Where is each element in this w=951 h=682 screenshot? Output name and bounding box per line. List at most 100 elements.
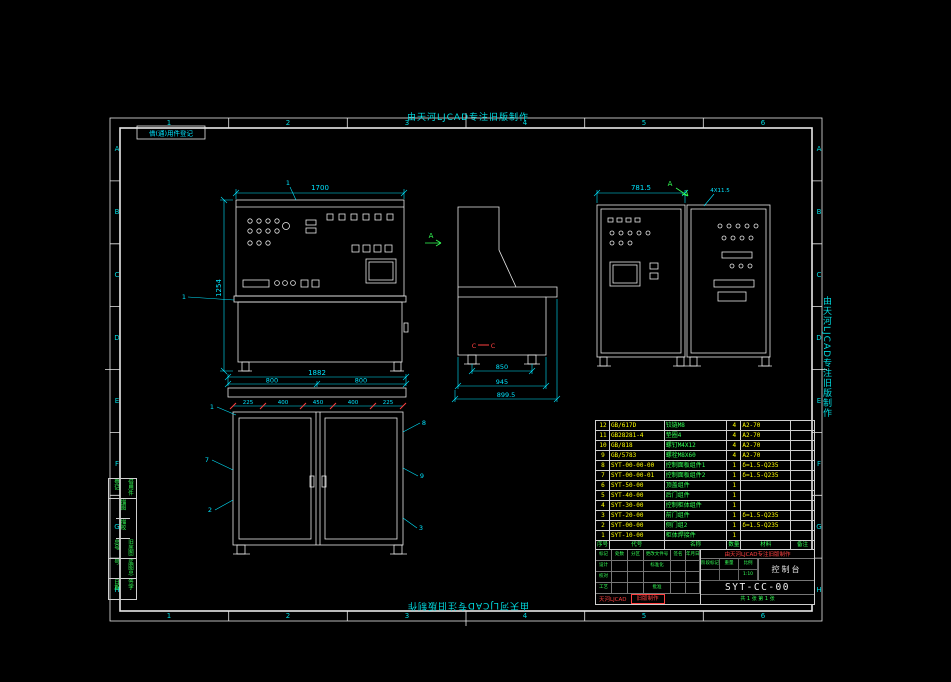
parts-cell-qty: 1 xyxy=(727,521,741,531)
zone-col-label: 4 xyxy=(519,611,531,621)
titleblock-cell: 标准化 xyxy=(644,561,671,571)
parts-cell-material: δ=1.5-Q235 xyxy=(741,461,791,471)
parts-cell-material xyxy=(741,501,791,511)
parts-cell-code: SYT-00-00-00 xyxy=(610,461,665,471)
parts-table-row: 10GB/818螺钉M4X124A2-70 xyxy=(596,441,815,451)
parts-cell-name: 柜体焊接件 xyxy=(665,531,728,541)
parts-cell-qty: 1 xyxy=(727,501,741,511)
parts-cell-name: 螺栓M8X60 xyxy=(665,451,728,461)
parts-cell-no: 7 xyxy=(596,471,610,481)
parts-cell-code: SYT-30-00 xyxy=(610,501,665,511)
dim-cabinet-right: 800 xyxy=(355,377,367,385)
zone-col-label: 1 xyxy=(163,611,175,621)
balloon-9: 9 xyxy=(420,472,424,480)
parts-cell-name: 控制面板组件1 xyxy=(665,461,728,471)
parts-cell-code: SYT-20-00 xyxy=(610,511,665,521)
parts-cell-qty: 4 xyxy=(727,421,741,431)
titleblock-row: 校对 xyxy=(596,572,700,583)
parts-cell-qty: 1 xyxy=(727,491,741,501)
titleblock-cell xyxy=(686,572,700,582)
titleblock-left-grid: 标记处数分区更改文件号签名年月日设计标准化校对工艺批准 xyxy=(596,550,700,594)
parts-cell-no: 9 xyxy=(596,451,610,461)
parts-cell-qty: 1 xyxy=(727,511,741,521)
parts-cell-code: SYT-00-00-01 xyxy=(610,471,665,481)
left-strip-cell: 借用件登记 xyxy=(109,479,137,499)
titleblock-cell xyxy=(671,583,686,593)
dim-seg-3: 400 xyxy=(348,400,359,406)
parts-cell-remark xyxy=(791,501,815,511)
zone-col-label: 2 xyxy=(282,118,294,128)
zone-row-label: E xyxy=(111,396,123,406)
zone-row-label: E xyxy=(813,396,825,406)
drawing-number: SYT-CC-00 xyxy=(701,581,814,595)
parts-cell-name: 铰链M8 xyxy=(665,421,728,431)
parts-cell-name: 前门组件 xyxy=(665,511,728,521)
titleblock-cell xyxy=(612,583,628,593)
parts-cell-material: δ=1.5-Q235 xyxy=(741,511,791,521)
parts-cell-no: 2 xyxy=(596,521,610,531)
title-block: 标记处数分区更改文件号签名年月日设计标准化校对工艺批准 天河LJCAD 旧版制作… xyxy=(595,549,815,605)
dim-front-height: 1254 xyxy=(215,279,223,297)
balloon-front-top: 1 xyxy=(286,179,290,187)
zone-row-label: A xyxy=(111,144,123,154)
dim-side-total: 899.5 xyxy=(497,391,516,399)
side-view: C C xyxy=(458,207,557,364)
sheet-info: 共 1 张 第 1 张 xyxy=(701,595,814,604)
parts-cell-remark xyxy=(791,431,815,441)
section-mark-c1: C xyxy=(472,342,477,350)
titleblock-row: 工艺批准 xyxy=(596,583,700,594)
cabinet-view-dims: 1882 800 800 225 400 450 400 225 1 7 2 8… xyxy=(205,369,426,532)
parts-cell-material: A2-70 xyxy=(741,451,791,461)
titleblock-bottom-band: 天河LJCAD 旧版制作 xyxy=(596,594,700,604)
dim-seg-1: 400 xyxy=(278,400,289,406)
zone-col-label: 2 xyxy=(282,611,294,621)
parts-cell-code: SYT-50-00 xyxy=(610,481,665,491)
parts-cell-no: 8 xyxy=(596,461,610,471)
balloon-3: 3 xyxy=(419,524,423,532)
parts-cell-no: 12 xyxy=(596,421,610,431)
parts-cell-no: 10 xyxy=(596,441,610,451)
parts-cell-material: A2-70 xyxy=(741,421,791,431)
parts-cell-material: A2-70 xyxy=(741,441,791,451)
dim-cabinet-total: 1882 xyxy=(308,369,326,377)
parts-cell-no: 3 xyxy=(596,511,610,521)
zone-col-label: 1 xyxy=(163,118,175,128)
left-strip-cell: 旧底图总号 xyxy=(109,539,137,559)
parts-cell-remark xyxy=(791,441,815,451)
titleblock-cell xyxy=(671,572,686,582)
zone-row-label: D xyxy=(813,333,825,343)
side-view-dims: 850 945 899.5 xyxy=(452,299,560,402)
titleblock-cell xyxy=(628,583,644,593)
parts-cell-remark xyxy=(791,451,815,461)
stage-value xyxy=(701,570,720,581)
section-mark-c2: C xyxy=(491,342,496,350)
zone-row-label: C xyxy=(813,270,825,280)
parts-cell-no: 6 xyxy=(596,481,610,491)
titleblock-cell: 工艺 xyxy=(596,583,612,593)
titleblock-cell: 设计 xyxy=(596,561,612,571)
parts-table-rows: 12GB/617D铰链M84A2-7011GB28281-4垫圈44A2-701… xyxy=(596,421,815,541)
rear-hole-note: 4X11.5 xyxy=(710,188,730,194)
titleblock-cell xyxy=(628,572,644,582)
weight-value xyxy=(720,570,739,581)
parts-cell-material xyxy=(741,531,791,541)
parts-cell-qty: 4 xyxy=(727,441,741,451)
part-name: 控制台 xyxy=(759,559,814,580)
parts-table-row: 11GB28281-4垫圈44A2-70 xyxy=(596,431,815,441)
parts-table-row: 5SYT-40-00后门组件1 xyxy=(596,491,815,501)
zone-row-label: B xyxy=(111,207,123,217)
parts-cell-remark xyxy=(791,471,815,481)
parts-table-row: 2SYT-00-00侧门组21δ=1.5-Q235 xyxy=(596,521,815,531)
balloon-8: 8 xyxy=(422,419,426,427)
parts-cell-code: GB/5783 xyxy=(610,451,665,461)
dim-seg-0: 225 xyxy=(243,400,254,406)
rear-panel-controls xyxy=(608,218,758,301)
zone-row-label: C xyxy=(111,270,123,280)
parts-table-row: 6SYT-50-00顶盖组件1 xyxy=(596,481,815,491)
parts-cell-code: SYT-10-00 xyxy=(610,531,665,541)
parts-cell-qty: 4 xyxy=(727,451,741,461)
parts-cell-name: 控制柜体组件 xyxy=(665,501,728,511)
parts-cell-code: GB28281-4 xyxy=(610,431,665,441)
titleblock-cell xyxy=(686,561,700,571)
parts-cell-no: 4 xyxy=(596,501,610,511)
